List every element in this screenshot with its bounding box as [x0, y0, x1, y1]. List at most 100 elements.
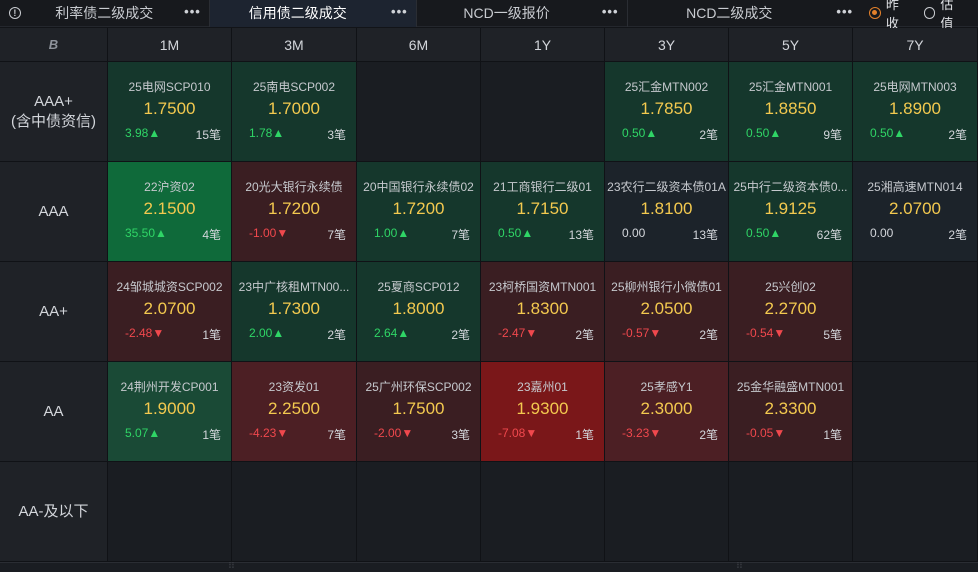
bond-yield: 1.7200	[392, 199, 445, 218]
logo-icon: B	[0, 28, 108, 62]
trade-count: 1笔	[575, 428, 594, 442]
row-label: AA	[43, 402, 64, 420]
bond-cell[interactable]: 25中行二级资本债0... 1.9125 0.50▲ 62笔	[729, 162, 853, 262]
bond-cell[interactable]: 25南电SCP002 1.7000 1.78▲ 3笔	[232, 62, 357, 162]
bond-cell[interactable]: 24荆州开发CP001 1.9000 5.07▲ 1笔	[108, 362, 232, 462]
empty-cell	[853, 262, 978, 362]
bond-cell[interactable]: 25汇金MTN001 1.8850 0.50▲ 9笔	[729, 62, 853, 162]
trade-count: 2笔	[327, 328, 346, 342]
bond-cell[interactable]: 25夏商SCP012 1.8000 2.64▲ 2笔	[357, 262, 481, 362]
bond-cell[interactable]: 24邹城城资SCP002 2.0700 -2.48▼ 1笔	[108, 262, 232, 362]
trade-count: 3笔	[451, 428, 470, 442]
empty-cell	[853, 462, 978, 562]
tab-label: NCD二级成交	[686, 5, 773, 21]
bond-change: 0.00	[870, 226, 894, 240]
more-options-icon[interactable]: •••	[836, 4, 853, 19]
bond-cell[interactable]: 25柳州银行小微债01 2.0500 -0.57▼ 2笔	[605, 262, 729, 362]
trade-count: 2笔	[575, 328, 594, 342]
trade-count: 7笔	[327, 428, 346, 442]
bond-change: 0.50▲	[498, 226, 534, 240]
trade-count: 2笔	[699, 128, 718, 142]
bond-cell[interactable]: 21工商银行二级01 1.7150 0.50▲ 13笔	[481, 162, 605, 262]
row-header-rating: AA-及以下	[0, 462, 108, 562]
resize-grip-icon[interactable]: ⁞⁞	[229, 563, 237, 570]
bond-change: -1.00▼	[249, 226, 289, 240]
bond-yield: 1.8300	[516, 299, 569, 318]
bond-cell[interactable]: 23中广核租MTN00... 1.7300 2.00▲ 2笔	[232, 262, 357, 362]
bond-name: 25兴创02	[765, 280, 816, 294]
bond-cell[interactable]: 23柯桥国资MTN001 1.8300 -2.47▼ 2笔	[481, 262, 605, 362]
bond-cell[interactable]: 22沪资02 2.1500 35.50▲ 4笔	[108, 162, 232, 262]
bond-yield: 1.9300	[516, 399, 569, 418]
bond-cell[interactable]: 23嘉州01 1.9300 -7.08▼ 1笔	[481, 362, 605, 462]
trade-count: 1笔	[202, 328, 221, 342]
bond-yield: 1.9000	[143, 399, 196, 418]
row-label: AA+	[39, 302, 68, 320]
empty-cell	[481, 462, 605, 562]
column-header-3y[interactable]: 3Y	[605, 28, 729, 62]
bond-name: 25湘高速MTN014	[867, 180, 963, 194]
tab-rate-bond-secondary[interactable]: 利率债二级成交 •••	[30, 0, 209, 27]
bond-cell[interactable]: 25汇金MTN002 1.7850 0.50▲ 2笔	[605, 62, 729, 162]
trade-count: 62笔	[816, 228, 842, 242]
bond-yield: 2.2500	[268, 399, 320, 418]
bond-yield: 2.0700	[143, 299, 196, 318]
empty-cell	[853, 362, 978, 462]
column-header-7y[interactable]: 7Y	[853, 28, 978, 62]
trade-count: 5笔	[823, 328, 842, 342]
bond-name: 25广州环保SCP002	[365, 380, 472, 394]
tab-ncd-secondary[interactable]: NCD二级成交 •••	[627, 0, 861, 27]
column-header-5y[interactable]: 5Y	[729, 28, 853, 62]
bond-cell[interactable]: 25兴创02 2.2700 -0.54▼ 5笔	[729, 262, 853, 362]
column-header-3m[interactable]: 3M	[232, 28, 357, 62]
more-options-icon[interactable]: •••	[602, 4, 619, 19]
tab-credit-bond-secondary[interactable]: 信用债二级成交 •••	[209, 0, 416, 27]
bond-name: 25电网SCP010	[128, 80, 211, 94]
empty-cell	[605, 462, 729, 562]
bond-change: 1.00▲	[374, 226, 410, 240]
trade-count: 3笔	[327, 128, 346, 142]
bond-change: 1.78▲	[249, 126, 285, 140]
trade-count: 15笔	[195, 128, 221, 142]
column-header-6m[interactable]: 6M	[357, 28, 481, 62]
trade-count: 13笔	[568, 228, 594, 242]
more-options-icon[interactable]: •••	[184, 4, 201, 19]
more-options-icon[interactable]: •••	[391, 4, 408, 19]
row-label: AA-及以下	[18, 502, 89, 520]
bond-change: 0.50▲	[746, 226, 782, 240]
bond-cell[interactable]: 25孝感Y1 2.3000 -3.23▼ 2笔	[605, 362, 729, 462]
info-icon[interactable]: !	[0, 0, 30, 27]
bond-yield: 1.7850	[640, 99, 693, 118]
bond-yield: 1.7500	[143, 99, 196, 118]
row-header-rating: AAA+ (含中债资信)	[0, 62, 108, 162]
resize-grip-icon[interactable]: ⁞⁞	[737, 563, 745, 570]
tab-ncd-primary-quote[interactable]: NCD一级报价 •••	[417, 0, 627, 27]
bond-name: 25柳州银行小微债01	[611, 280, 722, 294]
bond-yield: 1.7500	[392, 399, 445, 418]
bond-name: 25孝感Y1	[640, 380, 693, 394]
bond-cell[interactable]: 25金华融盛MTN001 2.3300 -0.05▼ 1笔	[729, 362, 853, 462]
tab-label: 利率债二级成交	[55, 5, 154, 21]
bond-change: 0.00	[622, 226, 646, 240]
bottom-resize-bar[interactable]: ⁞⁞ ⁞⁞	[0, 562, 978, 572]
bond-cell[interactable]: 25电网MTN003 1.8900 0.50▲ 2笔	[853, 62, 978, 162]
bond-cell[interactable]: 25湘高速MTN014 2.0700 0.00 2笔	[853, 162, 978, 262]
bond-yield: 1.7150	[516, 199, 569, 218]
bond-cell[interactable]: 25广州环保SCP002 1.7500 -2.00▼ 3笔	[357, 362, 481, 462]
credit-bond-matrix: B 1M 3M 6M 1Y 3Y 5Y 7Y AAA+ (含中债资信) 25电网SCP010 1.7…	[0, 28, 978, 562]
bond-cell[interactable]: 20光大银行永续债 1.7200 -1.00▼ 7笔	[232, 162, 357, 262]
bond-change: -2.47▼	[498, 326, 538, 340]
bond-change: 2.64▲	[374, 326, 410, 340]
bond-cell[interactable]: 25电网SCP010 1.7500 3.98▲ 15笔	[108, 62, 232, 162]
row-header-rating: AA+	[0, 262, 108, 362]
bond-yield: 2.0500	[640, 299, 693, 318]
bond-cell[interactable]: 23农行二级资本债01A 1.8100 0.00 13笔	[605, 162, 729, 262]
column-header-1m[interactable]: 1M	[108, 28, 232, 62]
bond-cell[interactable]: 20中国银行永续债02 1.7200 1.00▲ 7笔	[357, 162, 481, 262]
column-header-1y[interactable]: 1Y	[481, 28, 605, 62]
bond-cell[interactable]: 23资发01 2.2500 -4.23▼ 7笔	[232, 362, 357, 462]
row-label: AAA	[38, 202, 69, 220]
bond-name: 23资发01	[268, 380, 320, 394]
trade-count: 2笔	[948, 228, 967, 242]
bond-name: 25汇金MTN001	[748, 80, 833, 94]
